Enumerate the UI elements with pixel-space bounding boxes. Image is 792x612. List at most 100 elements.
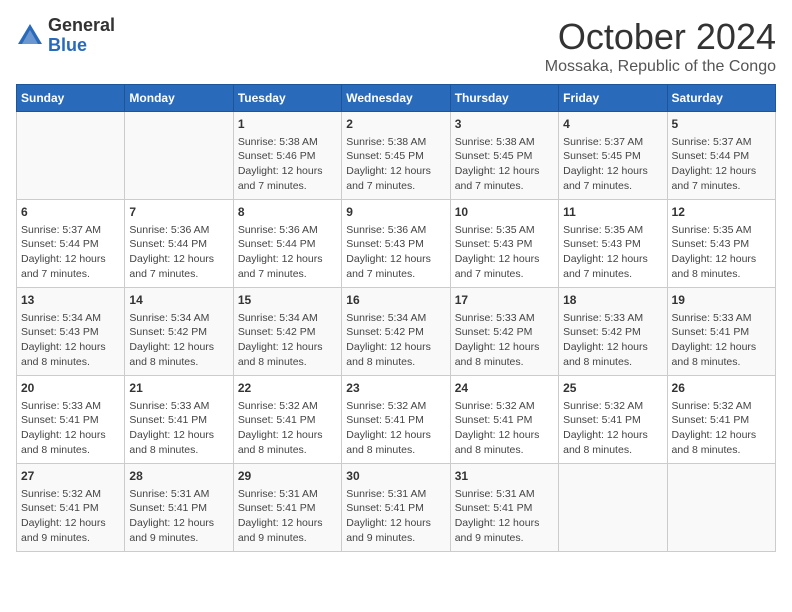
calendar-cell: 5 Sunrise: 5:37 AM Sunset: 5:44 PM Daylig… [667,112,775,200]
calendar-cell: 2 Sunrise: 5:38 AM Sunset: 5:45 PM Daylig… [342,112,450,200]
calendar-cell: 13Sunrise: 5:34 AM Sunset: 5:43 PM Dayli… [17,288,125,376]
calendar-table: SundayMondayTuesdayWednesdayThursdayFrid… [16,84,776,552]
cell-content: Sunrise: 5:34 AM Sunset: 5:42 PM Dayligh… [238,311,337,370]
cell-content: Sunrise: 5:32 AM Sunset: 5:41 PM Dayligh… [346,399,445,458]
calendar-cell: 27Sunrise: 5:32 AM Sunset: 5:41 PM Dayli… [17,464,125,552]
day-header-monday: Monday [125,85,233,112]
day-number: 21 [129,380,228,397]
calendar-cell: 9 Sunrise: 5:36 AM Sunset: 5:43 PM Daylig… [342,200,450,288]
cell-content: Sunrise: 5:38 AM Sunset: 5:46 PM Dayligh… [238,135,337,194]
day-number: 2 [346,116,445,133]
calendar-week-row: 27Sunrise: 5:32 AM Sunset: 5:41 PM Dayli… [17,464,776,552]
day-number: 11 [563,204,662,221]
day-number: 29 [238,468,337,485]
day-header-sunday: Sunday [17,85,125,112]
day-number: 3 [455,116,554,133]
day-number: 1 [238,116,337,133]
calendar-cell: 3Sunrise: 5:38 AM Sunset: 5:45 PM Daylig… [450,112,558,200]
cell-content: Sunrise: 5:36 AM Sunset: 5:44 PM Dayligh… [129,223,228,282]
calendar-cell: 24 Sunrise: 5:32 AM Sunset: 5:41 PM Dayli… [450,376,558,464]
cell-content: Sunrise: 5:32 AM Sunset: 5:41 PM Dayligh… [672,399,771,458]
day-number: 8 [238,204,337,221]
cell-content: Sunrise: 5:33 AM Sunset: 5:41 PM Dayligh… [21,399,120,458]
day-number: 18 [563,292,662,309]
calendar-cell: 18 Sunrise: 5:33 AM Sunset: 5:42 PM Dayli… [559,288,667,376]
cell-content: Sunrise: 5:38 AM Sunset: 5:45 PM Dayligh… [346,135,445,194]
calendar-cell: 29 Sunrise: 5:31 AM Sunset: 5:41 PM Dayli… [233,464,341,552]
cell-content: Sunrise: 5:33 AM Sunset: 5:42 PM Dayligh… [563,311,662,370]
calendar-cell: 19 Sunrise: 5:33 AM Sunset: 5:41 PM Dayli… [667,288,775,376]
cell-content: Sunrise: 5:33 AM Sunset: 5:42 PM Dayligh… [455,311,554,370]
day-number: 17 [455,292,554,309]
calendar-cell: 17 Sunrise: 5:33 AM Sunset: 5:42 PM Dayli… [450,288,558,376]
calendar-cell: 11 Sunrise: 5:35 AM Sunset: 5:43 PM Dayli… [559,200,667,288]
calendar-cell [667,464,775,552]
cell-content: Sunrise: 5:32 AM Sunset: 5:41 PM Dayligh… [563,399,662,458]
calendar-cell: 12Sunrise: 5:35 AM Sunset: 5:43 PM Dayli… [667,200,775,288]
calendar-cell: 8 Sunrise: 5:36 AM Sunset: 5:44 PM Daylig… [233,200,341,288]
day-number: 10 [455,204,554,221]
day-number: 28 [129,468,228,485]
calendar-cell: 25 Sunrise: 5:32 AM Sunset: 5:41 PM Dayli… [559,376,667,464]
day-number: 15 [238,292,337,309]
cell-content: Sunrise: 5:31 AM Sunset: 5:41 PM Dayligh… [346,487,445,546]
day-number: 13 [21,292,120,309]
day-number: 24 [455,380,554,397]
calendar-header-row: SundayMondayTuesdayWednesdayThursdayFrid… [17,85,776,112]
day-header-friday: Friday [559,85,667,112]
day-number: 20 [21,380,120,397]
calendar-week-row: 6Sunrise: 5:37 AM Sunset: 5:44 PM Daylig… [17,200,776,288]
calendar-week-row: 1 Sunrise: 5:38 AM Sunset: 5:46 PM Daylig… [17,112,776,200]
month-title: October 2024 [545,16,776,58]
location-title: Mossaka, Republic of the Congo [545,58,776,76]
calendar-week-row: 20 Sunrise: 5:33 AM Sunset: 5:41 PM Dayli… [17,376,776,464]
calendar-cell: 6Sunrise: 5:37 AM Sunset: 5:44 PM Daylig… [17,200,125,288]
cell-content: Sunrise: 5:33 AM Sunset: 5:41 PM Dayligh… [129,399,228,458]
calendar-cell: 30Sunrise: 5:31 AM Sunset: 5:41 PM Dayli… [342,464,450,552]
day-header-wednesday: Wednesday [342,85,450,112]
day-number: 5 [672,116,771,133]
cell-content: Sunrise: 5:32 AM Sunset: 5:41 PM Dayligh… [455,399,554,458]
day-number: 23 [346,380,445,397]
day-header-thursday: Thursday [450,85,558,112]
cell-content: Sunrise: 5:31 AM Sunset: 5:41 PM Dayligh… [455,487,554,546]
page-header: General Blue October 2024 Mossaka, Repub… [16,16,776,76]
cell-content: Sunrise: 5:31 AM Sunset: 5:41 PM Dayligh… [238,487,337,546]
day-number: 14 [129,292,228,309]
day-number: 4 [563,116,662,133]
calendar-cell: 28 Sunrise: 5:31 AM Sunset: 5:41 PM Dayli… [125,464,233,552]
day-number: 19 [672,292,771,309]
cell-content: Sunrise: 5:34 AM Sunset: 5:42 PM Dayligh… [346,311,445,370]
calendar-cell: 31Sunrise: 5:31 AM Sunset: 5:41 PM Dayli… [450,464,558,552]
day-number: 7 [129,204,228,221]
day-header-tuesday: Tuesday [233,85,341,112]
cell-content: Sunrise: 5:36 AM Sunset: 5:44 PM Dayligh… [238,223,337,282]
cell-content: Sunrise: 5:37 AM Sunset: 5:45 PM Dayligh… [563,135,662,194]
cell-content: Sunrise: 5:37 AM Sunset: 5:44 PM Dayligh… [21,223,120,282]
day-number: 9 [346,204,445,221]
calendar-cell [125,112,233,200]
day-number: 25 [563,380,662,397]
calendar-cell [17,112,125,200]
cell-content: Sunrise: 5:32 AM Sunset: 5:41 PM Dayligh… [238,399,337,458]
day-header-saturday: Saturday [667,85,775,112]
day-number: 22 [238,380,337,397]
cell-content: Sunrise: 5:31 AM Sunset: 5:41 PM Dayligh… [129,487,228,546]
cell-content: Sunrise: 5:33 AM Sunset: 5:41 PM Dayligh… [672,311,771,370]
calendar-cell: 20 Sunrise: 5:33 AM Sunset: 5:41 PM Dayli… [17,376,125,464]
calendar-cell: 14 Sunrise: 5:34 AM Sunset: 5:42 PM Dayli… [125,288,233,376]
cell-content: Sunrise: 5:35 AM Sunset: 5:43 PM Dayligh… [563,223,662,282]
calendar-week-row: 13Sunrise: 5:34 AM Sunset: 5:43 PM Dayli… [17,288,776,376]
calendar-cell: 23 Sunrise: 5:32 AM Sunset: 5:41 PM Dayli… [342,376,450,464]
cell-content: Sunrise: 5:35 AM Sunset: 5:43 PM Dayligh… [672,223,771,282]
day-number: 27 [21,468,120,485]
calendar-cell: 21 Sunrise: 5:33 AM Sunset: 5:41 PM Dayli… [125,376,233,464]
logo-text: General Blue [48,16,115,56]
calendar-cell: 10Sunrise: 5:35 AM Sunset: 5:43 PM Dayli… [450,200,558,288]
cell-content: Sunrise: 5:34 AM Sunset: 5:42 PM Dayligh… [129,311,228,370]
logo-general: General [48,16,115,36]
title-block: October 2024 Mossaka, Republic of the Co… [545,16,776,76]
day-number: 26 [672,380,771,397]
cell-content: Sunrise: 5:36 AM Sunset: 5:43 PM Dayligh… [346,223,445,282]
cell-content: Sunrise: 5:37 AM Sunset: 5:44 PM Dayligh… [672,135,771,194]
